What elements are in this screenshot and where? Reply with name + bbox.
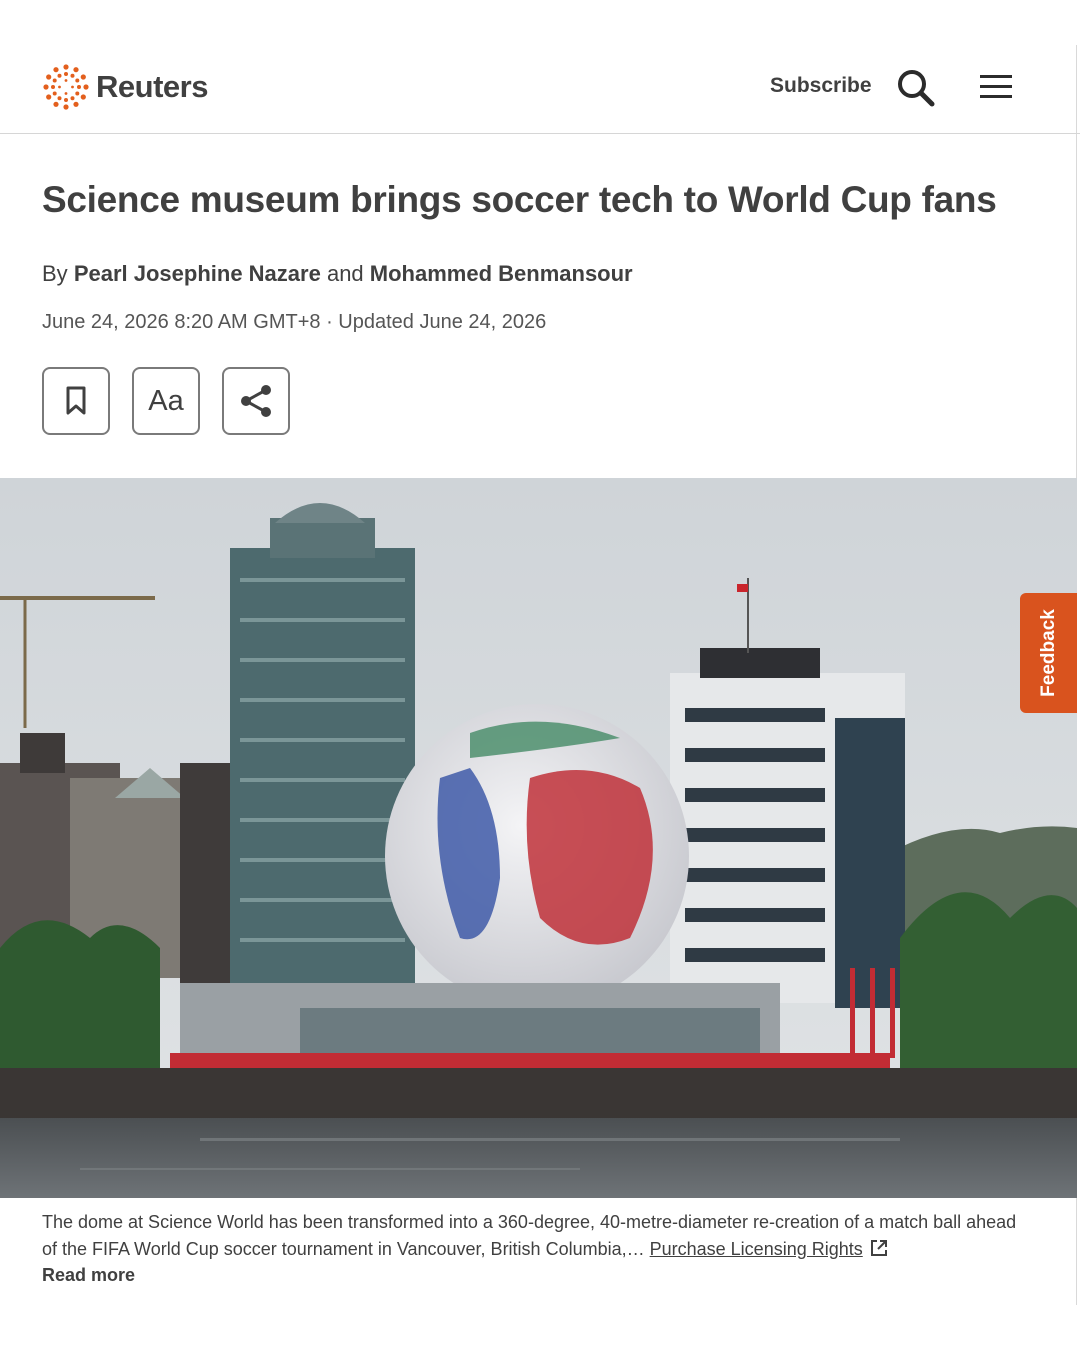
font-size-button[interactable]: Aa bbox=[132, 367, 200, 435]
feedback-tab[interactable]: Feedback bbox=[1020, 593, 1077, 713]
article-photo[interactable] bbox=[0, 478, 1077, 1198]
share-button[interactable] bbox=[222, 367, 290, 435]
byline: By Pearl Josephine Nazare and Mohammed B… bbox=[42, 261, 633, 287]
reuters-logo-icon bbox=[43, 64, 89, 110]
author-link-2[interactable]: Mohammed Benmansour bbox=[370, 261, 633, 286]
author-link-1[interactable]: Pearl Josephine Nazare bbox=[74, 261, 321, 286]
subscribe-link[interactable]: Subscribe bbox=[770, 74, 872, 98]
external-link-icon[interactable] bbox=[869, 1238, 889, 1258]
bookmark-icon bbox=[66, 386, 86, 415]
font-size-label: Aa bbox=[148, 384, 184, 417]
site-header: Reuters Subscribe bbox=[0, 30, 1080, 134]
bookmark-button[interactable] bbox=[42, 367, 110, 435]
share-icon bbox=[241, 385, 271, 417]
read-more-link[interactable]: Read more bbox=[42, 1265, 135, 1286]
purchase-licensing-link[interactable]: Purchase Licensing Rights bbox=[650, 1239, 863, 1259]
hamburger-menu-icon[interactable] bbox=[978, 72, 1014, 102]
article-headline: Science museum brings soccer tech to Wor… bbox=[42, 179, 997, 220]
byline-joiner: and bbox=[326, 261, 364, 286]
article-dateline: June 24, 2026 8:20 AM GMT+8 · Updated Ju… bbox=[42, 311, 547, 333]
logo-wordmark: Reuters bbox=[96, 69, 208, 104]
reuters-logo[interactable]: Reuters bbox=[42, 63, 208, 111]
byline-prefix: By bbox=[42, 261, 68, 286]
search-icon[interactable] bbox=[896, 68, 936, 108]
feedback-label: Feedback bbox=[1037, 609, 1059, 697]
photo-caption: The dome at Science World has been trans… bbox=[42, 1209, 1032, 1263]
